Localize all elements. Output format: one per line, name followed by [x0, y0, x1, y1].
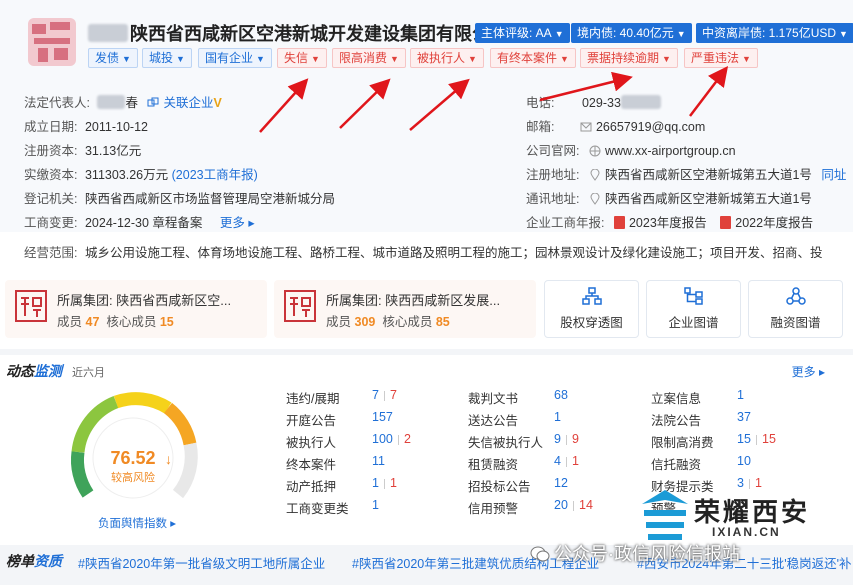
watermark-wechat: 公众号·政信风险信报站 [530, 540, 740, 566]
wechat-icon [530, 546, 550, 562]
watermark-logo-icon [642, 490, 688, 540]
watermark-url: IXIAN.CN [712, 525, 781, 539]
watermark-brand: 荣耀西安 [694, 497, 811, 527]
